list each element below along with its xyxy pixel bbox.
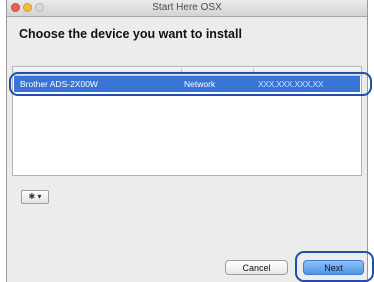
selected-row-callout <box>9 72 372 96</box>
title-bar: Start Here OSX <box>7 0 367 17</box>
window-title: Start Here OSX <box>152 2 222 13</box>
gear-menu-button[interactable]: ✱ ▾ <box>21 190 49 204</box>
cancel-button[interactable]: Cancel <box>225 260 288 275</box>
gear-icon: ✱ ▾ <box>28 192 42 201</box>
page-heading: Choose the device you want to install <box>19 27 242 41</box>
next-button-callout <box>295 251 374 282</box>
